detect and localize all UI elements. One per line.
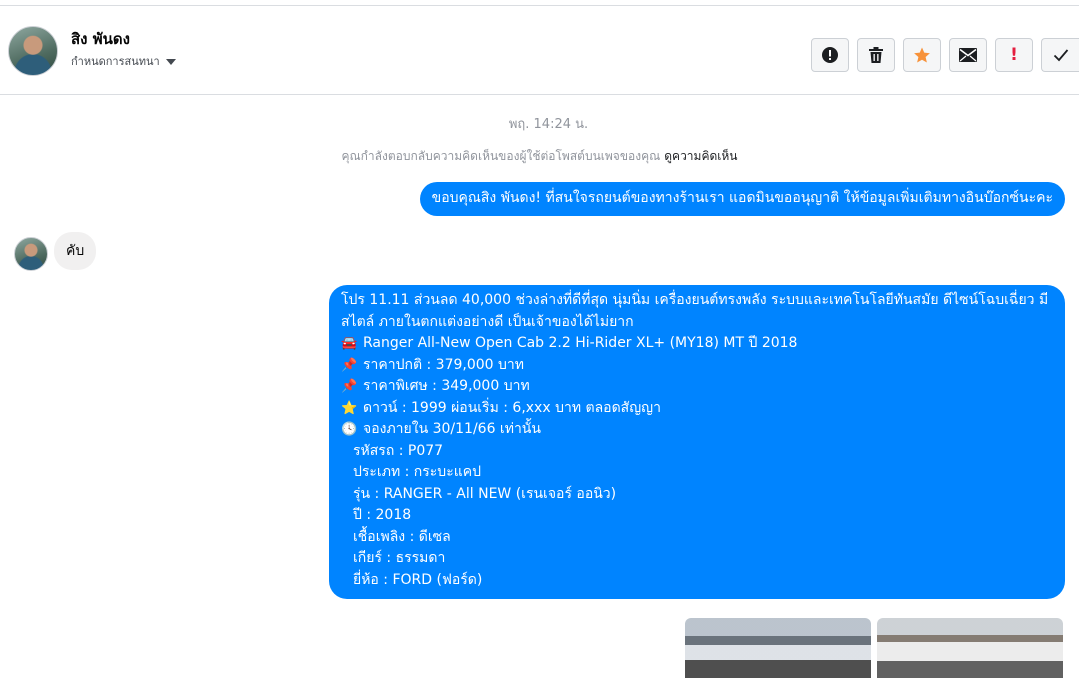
car-icon: 🚘: [341, 336, 358, 351]
pushpin-icon: 📌: [341, 357, 358, 373]
promo-deadline-line: 🕓 จองภายใน 30/11/66 เท่านั้น: [341, 419, 1051, 441]
promo-type: ประเภท : กระบะแคป: [353, 464, 481, 480]
message-timestamp: พฤ. 14:24 น.: [508, 117, 589, 132]
promo-model-line: 🚘 Ranger All-New Open Cab 2.2 Hi-Rider XL…: [341, 333, 1051, 355]
caret-down-icon: [165, 58, 176, 65]
promo-normal-price: ราคาปกติ : 379,000 บาท: [363, 356, 524, 373]
message-thread[interactable]: พฤ. 14:24 น. คุณกำลังตอบกลับความคิดเห็นข…: [0, 95, 1079, 678]
view-comment-link[interactable]: ดูความคิดเห็น: [664, 149, 737, 163]
promo-car-code: รหัสรถ : P077: [353, 442, 444, 459]
assign-label: กำหนดการสนทนา: [71, 55, 160, 68]
promo-intro: โปร 11.11 ส่วนลด 40,000 ช่วงล่างที่ดีที่…: [341, 292, 1049, 330]
alert-circle-icon: [822, 47, 838, 63]
mark-unread-button[interactable]: [949, 38, 987, 72]
delete-button[interactable]: [857, 38, 895, 72]
promo-model: Ranger All-New Open Cab 2.2 Hi-Rider XL+…: [363, 335, 798, 351]
promo-gear: เกียร์ : ธรรมดา: [353, 550, 446, 566]
envelope-icon: [959, 48, 977, 62]
sender-avatar: [14, 237, 48, 271]
contact-name[interactable]: สิง พันดง: [71, 27, 130, 51]
promo-down: ดาวน์ : 1999 ผ่อนเริ่ม : 6,xxx บาท ตลอดส…: [363, 399, 661, 416]
exclamation-icon: !: [1010, 45, 1018, 65]
spam-button[interactable]: !: [995, 38, 1033, 72]
outgoing-promo-message[interactable]: โปร 11.11 ส่วนลด 40,000 ช่วงล่างที่ดีที่…: [329, 285, 1065, 599]
check-icon: [1053, 49, 1068, 62]
promo-deadline: จองภายใน 30/11/66 เท่านั้น: [363, 421, 541, 437]
star-icon: [914, 47, 930, 63]
reply-note-text: คุณกำลังตอบกลับความคิดเห็นของผู้ใช้ต่อโพ…: [341, 149, 661, 163]
conversation-header: สิง พันดง กำหนดการสนทนา !: [0, 6, 1079, 95]
assign-conversation-dropdown[interactable]: กำหนดการสนทนา: [71, 52, 176, 70]
promo-down-line: ⭐ ดาวน์ : 1999 ผ่อนเริ่ม : 6,xxx บาท ตลอด…: [341, 398, 1051, 420]
avatar[interactable]: [8, 26, 58, 76]
promo-series: รุ่น : RANGER - All NEW (เรนเจอร์ ออนิว): [353, 485, 617, 502]
car-photo[interactable]: [685, 618, 871, 678]
promo-brand: ยี่ห้อ : FORD (ฟอร์ด): [353, 571, 483, 588]
done-button[interactable]: [1041, 38, 1079, 72]
star-button[interactable]: [903, 38, 941, 72]
promo-fuel: เชื้อเพลิง : ดีเซล: [353, 528, 451, 545]
outgoing-message[interactable]: ขอบคุณสิง พันดง! ที่สนใจรถยนต์ของทางร้าน…: [419, 182, 1065, 216]
promo-year: ปี : 2018: [353, 507, 412, 523]
report-button[interactable]: [811, 38, 849, 72]
car-photo[interactable]: [877, 618, 1063, 678]
clock-icon: 🕓: [341, 422, 358, 437]
trash-icon: [869, 47, 883, 63]
photo-attachments: [685, 618, 1063, 678]
promo-special-price-line: 📌 ราคาพิเศษ : 349,000 บาท: [341, 376, 1051, 398]
pushpin-icon: 📌: [341, 379, 358, 394]
star-emoji-icon: ⭐: [341, 400, 358, 416]
reply-context-note: คุณกำลังตอบกลับความคิดเห็นของผู้ใช้ต่อโพ…: [0, 147, 1079, 166]
action-toolbar: !: [811, 38, 1079, 72]
incoming-message[interactable]: คับ: [54, 232, 97, 270]
promo-normal-price-line: 📌 ราคาปกติ : 379,000 บาท: [341, 355, 1051, 377]
promo-special-price: ราคาพิเศษ : 349,000 บาท: [363, 378, 530, 394]
